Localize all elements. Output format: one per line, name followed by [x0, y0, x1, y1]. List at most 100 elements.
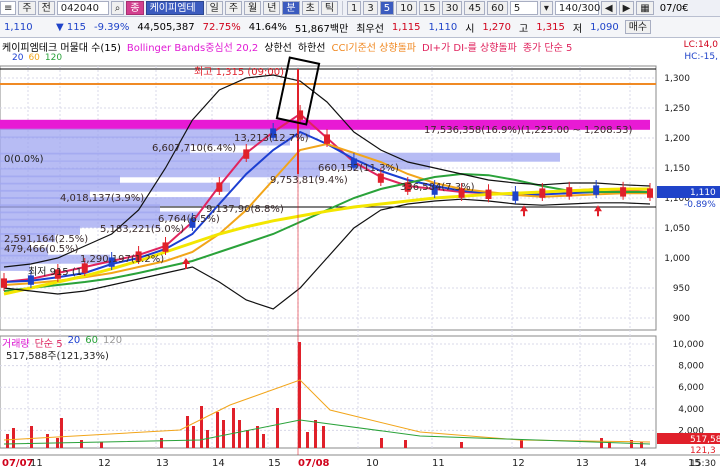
period-tick[interactable]: 틱	[320, 1, 339, 15]
stock-name[interactable]: 케이피엠테	[145, 1, 204, 15]
candle-body	[54, 269, 61, 279]
minute-input[interactable]: 5	[509, 1, 538, 15]
close-ma-legend[interactable]: 종가 단순 5	[523, 39, 573, 54]
candle-body	[270, 128, 277, 138]
nav-right-button[interactable]: ▶	[618, 1, 635, 15]
bollinger-legend[interactable]: Bollinger Bands중심선 20,2	[127, 39, 258, 54]
menu-icon[interactable]: ≡	[0, 1, 17, 15]
stock-type-selector[interactable]: 주	[18, 1, 36, 15]
x-tick-label: 10	[366, 458, 379, 469]
low-price: 1,090	[590, 21, 619, 33]
volume-bar	[160, 438, 163, 448]
calendar-icon[interactable]: ▦	[636, 1, 654, 15]
price-axis: 1,300 1,250 1,200 1,150 1,100 1,050 1,000 950 90…	[2, 74, 720, 469]
volume-bar	[192, 426, 195, 448]
profile-bar	[0, 175, 120, 185]
data-count-field[interactable]: 140/300	[554, 1, 600, 15]
candle-body	[108, 257, 115, 267]
volume-ma-line	[3, 379, 651, 443]
bollinger-lower	[3, 198, 651, 310]
period-week[interactable]: 주	[224, 1, 243, 15]
candle-body	[189, 218, 196, 228]
profile-bar	[0, 218, 160, 228]
price-tick-label: 1,300	[664, 74, 690, 84]
lower-band-legend[interactable]: 하한선	[298, 39, 326, 54]
volume-bar	[246, 430, 249, 448]
top-toolbar: ≡ 주 전 042040 ⌕ 종 케이피엠테 일 주 월 년 분 초 틱 1 3…	[0, 0, 720, 17]
volume-bar	[56, 438, 59, 448]
chevron-down-icon[interactable]: ▾	[539, 1, 553, 15]
volume-bar	[306, 432, 309, 448]
profile-bar	[0, 204, 160, 214]
vol-tick-label: 10,000	[673, 340, 705, 350]
volume-current-tag	[657, 433, 720, 444]
cci-legend[interactable]: CCI기준선 상향돌파	[331, 39, 416, 54]
minute-5[interactable]: 5	[379, 1, 395, 15]
ma20-legend[interactable]: 20	[12, 53, 23, 63]
profile-label: 479,466(0.5%)	[4, 244, 79, 255]
open-label: 시	[465, 23, 475, 35]
profile-bar	[0, 189, 90, 199]
volume-bar	[6, 434, 9, 448]
profile-label: 13,213(12.7%)	[234, 133, 309, 144]
profile-label: 6,607,710(6.4%)	[152, 143, 236, 154]
upper-band-legend[interactable]: 상한선	[264, 39, 292, 54]
volume-bar	[600, 438, 603, 448]
ma60-legend[interactable]: 60	[28, 53, 39, 63]
volume-bar	[238, 420, 241, 448]
x-tick-label: 11	[30, 458, 43, 469]
x-tick-label: 11	[432, 458, 445, 469]
market-selector[interactable]: 전	[37, 1, 55, 15]
price-tick-label: 1,000	[664, 254, 690, 264]
low-label: 저	[572, 23, 583, 35]
minute-3[interactable]: 3	[363, 1, 378, 15]
period-minute[interactable]: 분	[282, 1, 300, 15]
buy-button[interactable]: 매수	[624, 20, 652, 34]
stock-code-input[interactable]: 042040	[56, 1, 109, 15]
high-annotation: 최고 1,315 (09:00)	[194, 66, 284, 78]
price-tick-label: 1,150	[664, 164, 690, 174]
minute-30[interactable]: 30	[441, 1, 463, 15]
profile-bar	[0, 254, 110, 264]
candle-body	[458, 188, 465, 198]
candle-body	[1, 278, 7, 288]
lc-label: LC:14,0	[683, 40, 718, 50]
minute-1[interactable]: 1	[347, 1, 362, 15]
volume: 44,505,387	[137, 21, 195, 33]
minute-45[interactable]: 45	[464, 1, 486, 15]
ma120-legend[interactable]: 120	[45, 53, 62, 63]
price-chart[interactable]: 최고 1,315 (09:00) 0(0.0%) 최저 915 (1 17,536,3…	[0, 0, 720, 472]
high-price: 1,315	[536, 21, 565, 33]
period-day[interactable]: 일	[205, 1, 223, 15]
ma-line-20	[3, 130, 650, 283]
minute-10[interactable]: 10	[396, 1, 417, 15]
period-second[interactable]: 초	[301, 1, 319, 15]
volume-value: 517,588주(121,33%)	[6, 351, 109, 362]
ma-lines	[3, 74, 651, 310]
dmi-legend[interactable]: DI+가 DI-를 상향돌파	[422, 39, 517, 54]
indicator-title[interactable]: 케이피엠테크 머물대 수(15)	[2, 39, 121, 54]
x-tick-label: 14	[212, 458, 225, 469]
profile-bar	[0, 247, 48, 257]
minute-15[interactable]: 15	[418, 1, 440, 15]
search-icon[interactable]: ⌕	[110, 1, 125, 15]
x-tick-label: 12	[98, 458, 111, 469]
current-price-label: 1,110	[690, 188, 716, 198]
date-field[interactable]: 07/0€	[656, 3, 693, 14]
chart-labels: 최고 1,315 (09:00) 0(0.0%) 최저 915 (1 17,536,3…	[4, 66, 633, 278]
vol-tick-label: 4,000	[678, 405, 704, 415]
period-month[interactable]: 월	[244, 1, 262, 15]
volume-bar	[216, 412, 219, 448]
profile-label: 17,536,358(16.9%)(1,225.00 ~ 1,208.53)	[424, 125, 633, 136]
minute-60[interactable]: 60	[487, 1, 508, 15]
nav-left-button[interactable]: ◀	[600, 1, 617, 15]
volume-bar	[60, 418, 63, 448]
volume-bar	[404, 440, 407, 448]
ma-line-120	[3, 172, 650, 292]
profile-label: 660,152(11.3%)	[318, 163, 399, 174]
period-year[interactable]: 년	[263, 1, 281, 15]
volume-bar	[460, 442, 463, 448]
volume-profile	[0, 119, 650, 271]
divider	[342, 1, 344, 15]
gridlines	[0, 65, 720, 456]
